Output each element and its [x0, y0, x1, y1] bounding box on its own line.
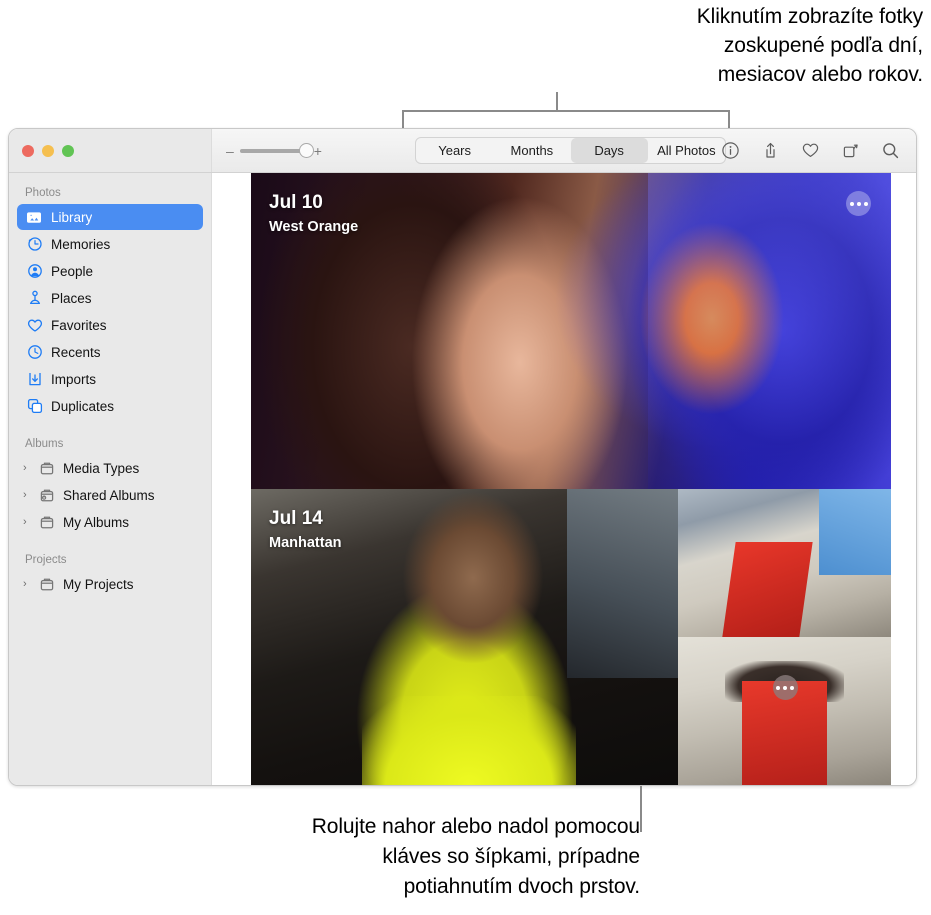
search-icon[interactable] [881, 141, 900, 160]
sidebar-item-my-albums[interactable]: › My Albums [17, 509, 203, 535]
sidebar-item-shared-albums[interactable]: › Shared Albums [17, 482, 203, 508]
chevron-right-icon[interactable]: › [23, 462, 34, 474]
sidebar-item-label: Favorites [51, 317, 107, 333]
tab-years[interactable]: Years [416, 138, 493, 163]
more-options-button[interactable] [772, 675, 798, 700]
zoom-button[interactable] [62, 144, 74, 157]
callout-text-top: Kliknutím zobrazíte fotky zoskupené podľ… [696, 5, 923, 86]
callout-stem-top [556, 92, 558, 112]
callout-text-bottom: Rolujte nahor alebo nadol pomocou kláves… [311, 815, 640, 898]
photo-thumbnail[interactable] [678, 489, 891, 637]
dot-icon [856, 201, 861, 206]
sidebar-item-library[interactable]: Library [17, 204, 203, 230]
photo-detail [722, 542, 813, 637]
sidebar-item-label: Media Types [63, 460, 140, 476]
favorite-heart-icon[interactable] [801, 141, 820, 160]
photo-column [678, 489, 891, 785]
rotate-icon[interactable] [841, 141, 860, 160]
sidebar-item-label: People [51, 263, 94, 279]
thumbnail-size-slider[interactable]: – + [226, 142, 322, 159]
toolbar: – + Years Months Days All Photos [212, 129, 916, 172]
sidebar-item-label: Shared Albums [63, 487, 155, 503]
sidebar-item-label: Library [51, 209, 93, 225]
clock-icon [25, 344, 44, 361]
photo-detail [362, 696, 576, 785]
chevron-right-icon[interactable]: › [23, 489, 34, 501]
callout-line-bottom [640, 786, 642, 832]
sidebar-item-imports[interactable]: Imports [17, 366, 203, 392]
share-icon[interactable] [761, 141, 780, 160]
slider-minus-label: – [226, 142, 234, 159]
sidebar-section-header-projects: Projects [25, 554, 67, 566]
photo-highlight [647, 173, 891, 489]
chevron-right-icon[interactable]: › [23, 578, 34, 590]
titlebar-sidebar-region [9, 129, 212, 172]
folder-icon [37, 460, 56, 477]
photo-detail [818, 489, 891, 575]
sidebar-section-header-photos: Photos [25, 187, 61, 199]
library-icon [25, 209, 44, 226]
sidebar-item-label: Recents [51, 344, 101, 360]
dot-icon [849, 201, 854, 206]
import-icon [25, 371, 44, 388]
dot-icon [790, 685, 794, 690]
sidebar-item-memories[interactable]: Memories [17, 231, 203, 257]
sidebar-item-duplicates[interactable]: Duplicates [17, 393, 203, 419]
sidebar: Photos Library Memories People Places Fa… [9, 173, 212, 785]
tab-months[interactable]: Months [493, 138, 570, 163]
window-titlebar: – + Years Months Days All Photos [9, 129, 916, 173]
slider-track[interactable] [239, 142, 314, 158]
sidebar-item-label: Duplicates [51, 398, 115, 414]
sidebar-section-header-albums: Albums [25, 438, 64, 450]
memories-icon [25, 236, 44, 253]
photos-app-window: – + Years Months Days All Photos Photos … [8, 128, 917, 786]
photo-thumbnail[interactable] [251, 173, 891, 489]
dot-icon [863, 201, 868, 206]
places-pin-icon [25, 290, 44, 307]
chevron-right-icon[interactable]: › [23, 516, 34, 528]
photo-thumbnail[interactable] [251, 489, 678, 785]
folder-icon [37, 514, 56, 531]
window-body: Photos Library Memories People Places Fa… [9, 173, 916, 785]
tab-all-photos[interactable]: All Photos [648, 138, 725, 163]
sidebar-item-media-types[interactable]: › Media Types [17, 455, 203, 481]
dot-icon [776, 685, 780, 690]
view-mode-segmented-control[interactable]: Years Months Days All Photos [415, 137, 726, 164]
photo-grid: Jul 10 West Orange Jul 14 Manhattan [251, 173, 891, 785]
sidebar-item-label: Imports [51, 371, 97, 387]
minimize-button[interactable] [42, 144, 54, 157]
heart-icon [25, 317, 44, 334]
day-group-jul-14: Jul 14 Manhattan [251, 489, 891, 785]
shared-folder-icon [37, 487, 56, 504]
people-icon [25, 263, 44, 280]
tab-days[interactable]: Days [570, 138, 648, 163]
photo-content-area[interactable]: Jul 10 West Orange Jul 14 Manhattan [212, 173, 916, 785]
folder-icon [37, 576, 56, 593]
callout-bracket-top [402, 110, 730, 128]
sidebar-item-label: Memories [51, 236, 111, 252]
more-options-button[interactable] [846, 191, 871, 216]
sidebar-item-favorites[interactable]: Favorites [17, 312, 203, 338]
sidebar-item-recents[interactable]: Recents [17, 339, 203, 365]
duplicates-icon [25, 398, 44, 415]
sidebar-item-label: Places [51, 290, 92, 306]
sidebar-item-places[interactable]: Places [17, 285, 203, 311]
toolbar-icon-group [721, 129, 900, 172]
slider-plus-label: + [313, 142, 322, 159]
photo-detail [566, 489, 678, 679]
dot-icon [783, 685, 787, 690]
sidebar-item-people[interactable]: People [17, 258, 203, 284]
photo-thumbnail[interactable] [678, 637, 891, 785]
day-group-jul-10: Jul 10 West Orange [251, 173, 891, 489]
close-button[interactable] [22, 144, 34, 157]
sidebar-item-label: My Albums [63, 514, 130, 530]
slider-knob[interactable] [298, 142, 314, 158]
photo-row: Jul 10 West Orange [251, 173, 891, 489]
info-icon[interactable] [721, 141, 740, 160]
sidebar-item-my-projects[interactable]: › My Projects [17, 571, 203, 597]
sidebar-item-label: My Projects [63, 576, 134, 592]
photo-row: Jul 14 Manhattan [251, 489, 891, 785]
